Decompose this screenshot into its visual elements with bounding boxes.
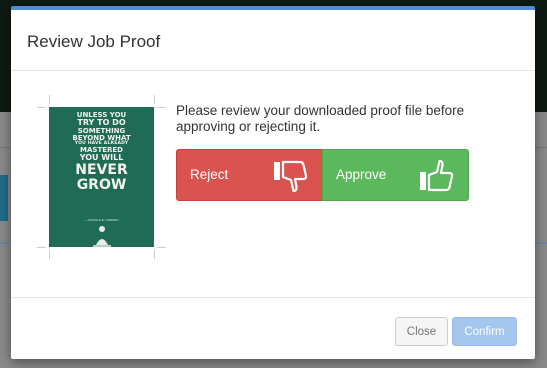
poster-line: NEVER: [75, 161, 128, 178]
review-proof-dialog: Review Job Proof UNLESS YOU TRY TO DO SO…: [11, 6, 535, 359]
crop-mark: [154, 95, 155, 104]
dialog-body: UNLESS YOU TRY TO DO SOMETHING BEYOND WH…: [11, 71, 535, 297]
dialog-header: Review Job Proof: [11, 10, 535, 71]
proof-image: UNLESS YOU TRY TO DO SOMETHING BEYOND WH…: [49, 107, 154, 247]
poster-quote: UNLESS YOU TRY TO DO SOMETHING BEYOND WH…: [49, 111, 154, 193]
dialog-title: Review Job Proof: [27, 32, 161, 51]
poster-author: — RONALD E. OSBORN: [84, 218, 119, 222]
confirm-button[interactable]: Confirm: [452, 317, 517, 346]
reject-button[interactable]: Reject: [176, 149, 323, 201]
meditating-figure-icon: [93, 226, 111, 247]
reject-label: Reject: [190, 167, 229, 182]
crop-mark: [154, 250, 155, 259]
crop-mark: [49, 95, 50, 104]
poster-line: GROW: [76, 176, 127, 193]
review-message: Please review your downloaded proof file…: [176, 103, 465, 134]
approve-label: Approve: [336, 167, 387, 182]
crop-mark: [157, 247, 166, 248]
crop-mark: [37, 107, 46, 108]
crop-mark: [157, 107, 166, 108]
close-button[interactable]: Close: [395, 317, 448, 346]
dialog-footer: Close Confirm: [11, 297, 535, 359]
crop-mark: [37, 247, 46, 248]
proof-preview: UNLESS YOU TRY TO DO SOMETHING BEYOND WH…: [37, 95, 166, 265]
background-accent: [0, 175, 8, 221]
thumbs-down-icon: [274, 160, 308, 193]
approve-button[interactable]: Approve: [322, 149, 469, 201]
thumbs-up-icon: [420, 159, 454, 192]
crop-mark: [49, 250, 50, 259]
